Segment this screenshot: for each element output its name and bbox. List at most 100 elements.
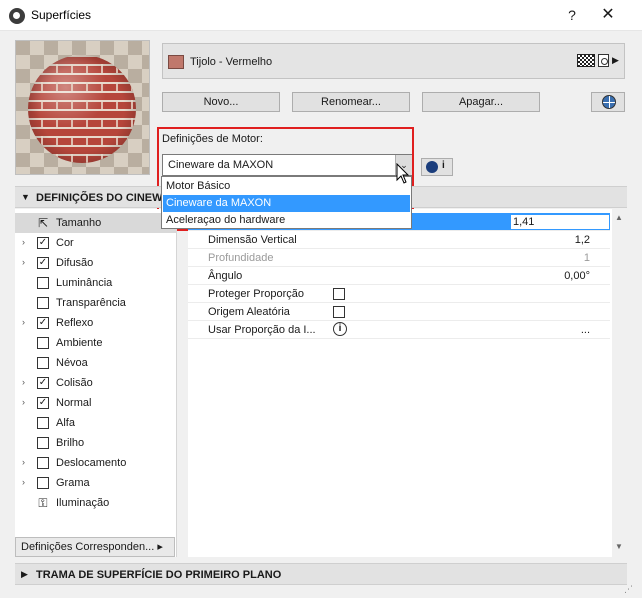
chevron-right-icon[interactable]: ›: [22, 237, 25, 247]
channel-label: Tamanho: [56, 217, 102, 229]
channel-label: Iluminação: [56, 497, 110, 509]
channel-label: Reflexo: [56, 317, 94, 329]
chevron-right-icon[interactable]: ›: [22, 257, 25, 267]
property-row-keep-ratio[interactable]: Proteger Proporção: [188, 285, 610, 303]
delete-button[interactable]: Apagar...: [422, 92, 540, 112]
channel-label: Grama: [56, 477, 90, 489]
title-bar: Superfícies ? ✕: [0, 0, 642, 31]
property-row-depth: Profundidade 1: [188, 249, 610, 267]
width-input[interactable]: 1,41: [510, 214, 610, 230]
property-label: Profundidade: [208, 252, 274, 264]
chevron-right-icon[interactable]: ›: [22, 457, 25, 467]
engine-option-basic[interactable]: Motor Básico: [163, 178, 410, 195]
channel-item-transparency[interactable]: Transparência: [15, 293, 177, 313]
chevron-right-icon[interactable]: ›: [22, 377, 25, 387]
environment-checkbox[interactable]: [37, 337, 49, 349]
property-row-vertical[interactable]: Dimensão Vertical 1,2: [188, 231, 610, 249]
channel-item-displacement[interactable]: › Deslocamento: [15, 453, 177, 473]
corresponding-settings-button[interactable]: Definições Corresponden... ▸: [15, 537, 175, 557]
surface-selector[interactable]: Tijolo - Vermelho ▶: [162, 43, 625, 79]
angle-value[interactable]: 0,00°: [564, 270, 590, 282]
chevron-right-icon[interactable]: ▶: [612, 55, 619, 66]
engine-dropdown-list[interactable]: Motor Básico Cineware da MAXON Aceleraça…: [161, 176, 412, 229]
glow-checkbox[interactable]: [37, 437, 49, 449]
channel-label: Colisão: [56, 377, 93, 389]
normal-checkbox[interactable]: ✓: [37, 397, 49, 409]
transparency-checkbox[interactable]: [37, 297, 49, 309]
help-button[interactable]: ?: [562, 5, 582, 25]
fog-checkbox[interactable]: [37, 357, 49, 369]
chevron-right-icon[interactable]: ›: [22, 397, 25, 407]
engine-option-hardware[interactable]: Aceleraçao do hardware: [163, 212, 410, 229]
reflection-checkbox[interactable]: ✓: [37, 317, 49, 329]
foreground-pattern-header[interactable]: ▶ TRAMA DE SUPERFÍCIE DO PRIMEIRO PLANO: [15, 563, 627, 585]
channel-item-diffusion[interactable]: › ✓ Difusão: [15, 253, 177, 273]
new-button[interactable]: Novo...: [162, 92, 280, 112]
mouse-cursor-icon: [396, 163, 410, 184]
channel-label: Difusão: [56, 257, 94, 269]
scroll-up-icon[interactable]: ▲: [615, 213, 623, 222]
channel-list: ⇱ Tamanho › ✓ Cor › ✓ Difusão Luminância…: [15, 209, 177, 557]
cineware-logo-icon: [426, 161, 438, 173]
channel-item-luminance[interactable]: Luminância: [15, 273, 177, 293]
scroll-down-icon[interactable]: ▼: [615, 542, 623, 551]
channel-item-bump[interactable]: › ✓ Colisão: [15, 373, 177, 393]
channel-item-size[interactable]: ⇱ Tamanho: [15, 213, 177, 233]
surface-color-swatch: [168, 55, 184, 69]
keep-ratio-checkbox[interactable]: [333, 288, 345, 300]
channel-item-reflection[interactable]: › ✓ Reflexo: [15, 313, 177, 333]
channel-item-illumination[interactable]: ⚿ Iluminação: [15, 493, 177, 513]
displacement-checkbox[interactable]: [37, 457, 49, 469]
size-icon: ⇱: [37, 216, 49, 230]
channel-item-glow[interactable]: Brilho: [15, 433, 177, 453]
color-checkbox[interactable]: ✓: [37, 237, 49, 249]
section-title: DEFINIÇÕES DO CINEWA: [36, 192, 170, 204]
diffusion-checkbox[interactable]: ✓: [37, 257, 49, 269]
property-label: Ângulo: [208, 270, 243, 282]
property-row-use-ratio[interactable]: Usar Proporção da I... i ...: [188, 321, 610, 339]
info-icon[interactable]: i: [333, 322, 347, 336]
chevron-right-icon[interactable]: ›: [22, 317, 25, 327]
channel-item-color[interactable]: › ✓ Cor: [15, 233, 177, 253]
catalog-button[interactable]: [591, 92, 625, 112]
depth-value: 1: [583, 252, 590, 264]
channel-label: Névoa: [56, 357, 88, 369]
channel-item-normal[interactable]: › ✓ Normal: [15, 393, 177, 413]
section-title: TRAMA DE SUPERFÍCIE DO PRIMEIRO PLANO: [36, 569, 282, 581]
property-row-angle[interactable]: Ângulo 0,00°: [188, 267, 610, 285]
close-button[interactable]: ✕: [596, 4, 620, 26]
preview-sphere: [28, 55, 136, 163]
size-properties: 1,41 Dimensão Vertical 1,2 Profundidade …: [188, 209, 612, 557]
chevron-right-icon[interactable]: ›: [22, 477, 25, 487]
channel-item-fog[interactable]: Névoa: [15, 353, 177, 373]
property-label: Usar Proporção da I...: [208, 324, 316, 336]
random-origin-checkbox[interactable]: [333, 306, 345, 318]
bump-checkbox[interactable]: ✓: [37, 377, 49, 389]
surface-name: Tijolo - Vermelho: [190, 56, 273, 68]
grass-checkbox[interactable]: [37, 477, 49, 489]
use-ratio-more[interactable]: ...: [581, 324, 590, 336]
vertical-size-value[interactable]: 1,2: [575, 234, 590, 246]
alpha-checkbox[interactable]: [37, 417, 49, 429]
resize-grip-icon[interactable]: ⋰: [624, 584, 636, 596]
lock-icon: ⚿: [38, 496, 48, 510]
channel-label: Normal: [56, 397, 92, 409]
cineware-info-button[interactable]: i: [421, 158, 453, 176]
rename-button[interactable]: Renomear...: [292, 92, 410, 112]
property-label: Dimensão Vertical: [208, 234, 297, 246]
globe-icon: [602, 95, 616, 109]
info-icon: i: [442, 160, 445, 171]
channel-item-alpha[interactable]: Alfa: [15, 413, 177, 433]
channel-item-environment[interactable]: Ambiente: [15, 333, 177, 353]
texture-image-icon: [598, 54, 609, 67]
engine-option-cineware[interactable]: Cineware da MAXON: [163, 195, 410, 212]
expand-triangle-icon: ▶: [21, 569, 28, 579]
property-label: Proteger Proporção: [208, 288, 304, 300]
vertical-scrollbar[interactable]: ▲ ▼: [612, 209, 627, 557]
property-label: Origem Aleatória: [208, 306, 290, 318]
channel-label: Deslocamento: [56, 457, 127, 469]
property-row-random-origin[interactable]: Origem Aleatória: [188, 303, 610, 321]
channel-item-grass[interactable]: › Grama: [15, 473, 177, 493]
app-icon: [9, 8, 25, 24]
luminance-checkbox[interactable]: [37, 277, 49, 289]
